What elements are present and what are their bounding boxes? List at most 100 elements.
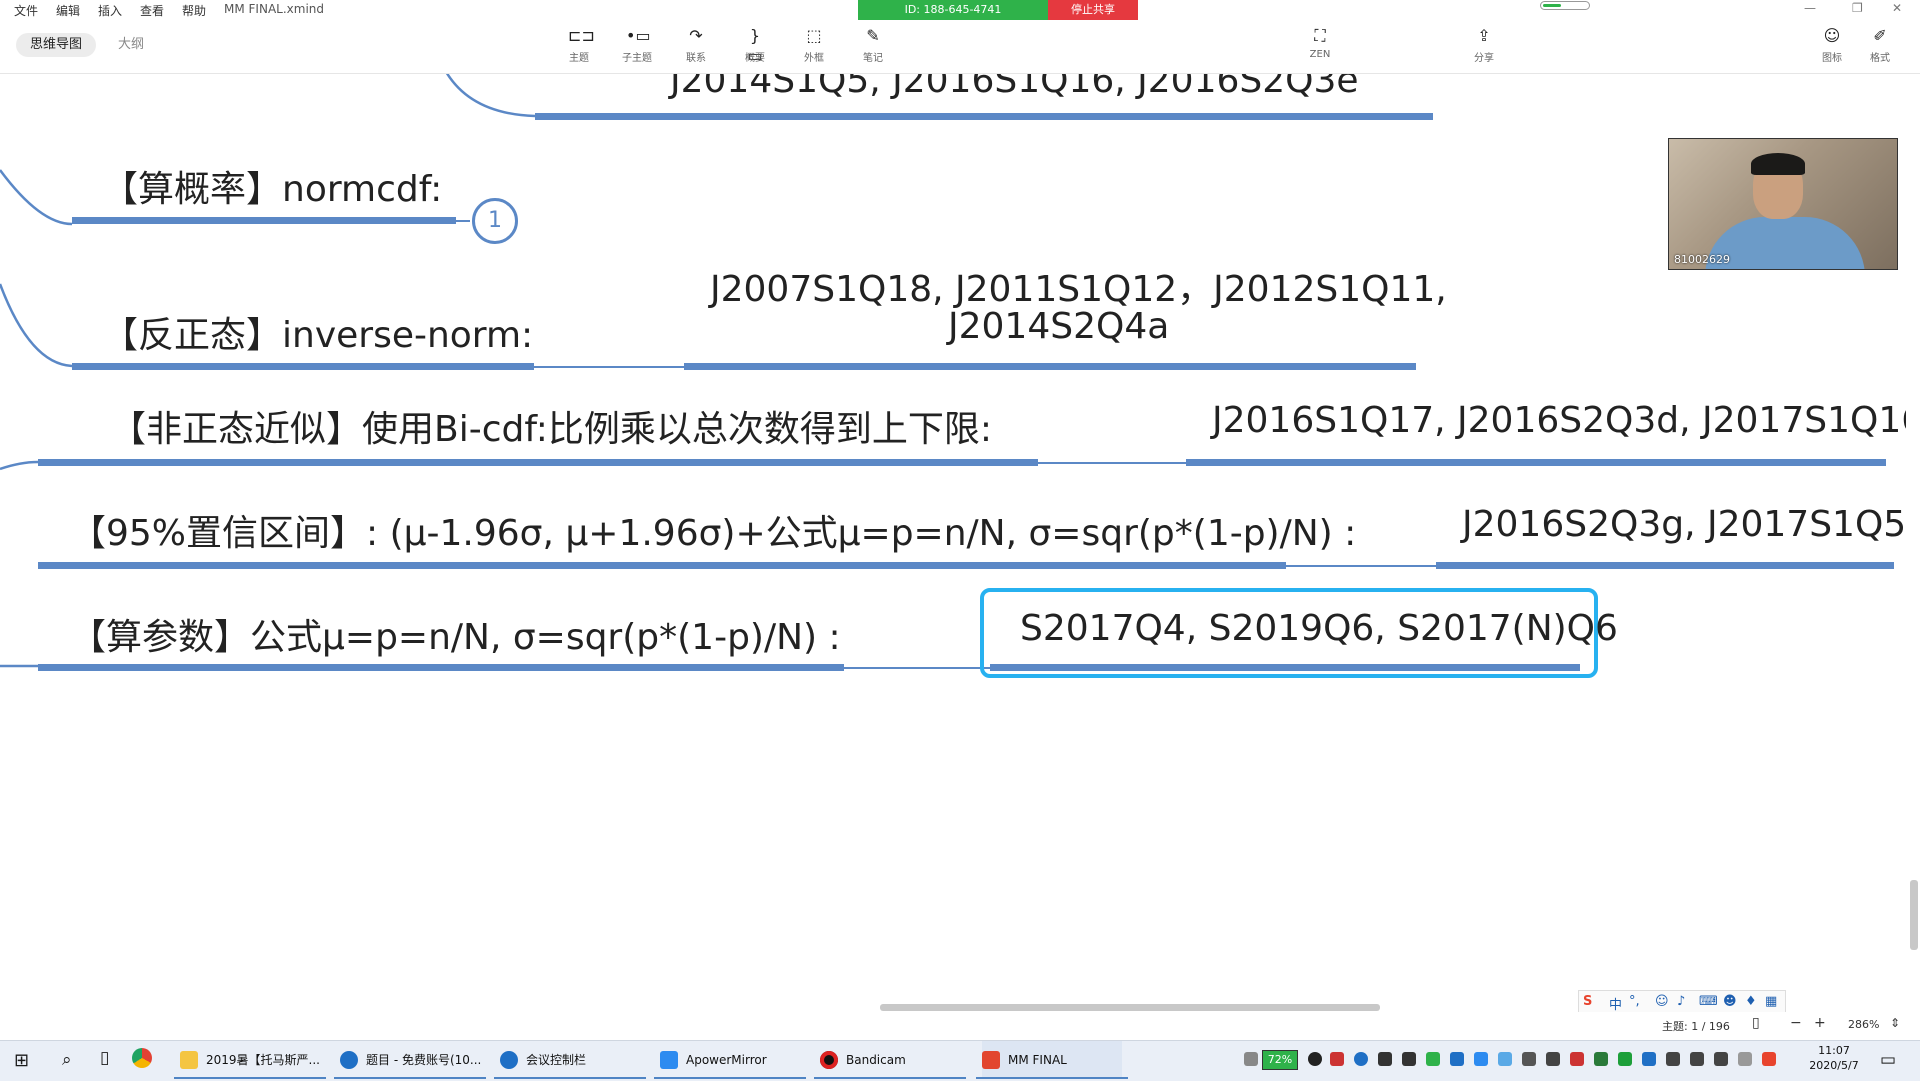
bluetooth-icon[interactable] [1642, 1052, 1656, 1066]
refs-node-parameters[interactable]: S2017Q4, S2019Q6, S2017(N)Q6 [1020, 608, 1618, 649]
taskbar-label: MM FINAL [1008, 1053, 1067, 1067]
close-button[interactable]: ✕ [1892, 1, 1902, 15]
tray-app-icon[interactable] [1450, 1052, 1464, 1066]
collapse-toggle[interactable]: 1 [472, 198, 518, 244]
connector [1286, 565, 1436, 567]
power-plug-icon[interactable] [1244, 1052, 1258, 1066]
taskbar-item-browser[interactable]: 题目 - 免费账号(10... [334, 1041, 486, 1079]
cloud-tray-icon[interactable] [1546, 1052, 1560, 1066]
restore-button[interactable]: ❐ [1852, 1, 1863, 15]
summary-icon: }▭ [747, 26, 763, 65]
ime-tray-icon[interactable] [1738, 1052, 1752, 1066]
relationship-button[interactable]: ↷ 联系 [672, 24, 720, 64]
task-view-icon[interactable]: ▯ [100, 1048, 109, 1068]
topic-node-normcdf[interactable]: 【算概率】normcdf: [102, 160, 442, 212]
subtopic-button[interactable]: •▭ 子主题 [613, 24, 661, 64]
taskbar-item-apowermirror[interactable]: ApowerMirror [654, 1041, 806, 1079]
app-tray-icon[interactable] [1330, 1052, 1344, 1066]
smiley-icon: ☺ [1823, 26, 1841, 45]
record-tray-icon[interactable] [1308, 1052, 1322, 1066]
microphone-tray-icon[interactable] [1522, 1052, 1536, 1066]
refs-node-normal-approx[interactable]: J2016S1Q17, J2016S2Q3d, J2017S1Q16 [1212, 400, 1906, 441]
menu-insert[interactable]: 插入 [98, 2, 122, 19]
topic-node-partial[interactable]: J2014S1Q5, J2016S1Q16, J2016S2Q3e [670, 74, 1359, 101]
tab-outline[interactable]: 大纲 [104, 33, 158, 57]
shield-tray-icon[interactable] [1570, 1052, 1584, 1066]
user-icon[interactable]: ☻ [1723, 994, 1737, 1009]
taskbar-item-meeting-controls[interactable]: 会议控制栏 [494, 1041, 646, 1079]
clock[interactable]: 11:07 2020/5/7 [1808, 1044, 1860, 1072]
tray-app-icon[interactable] [1498, 1052, 1512, 1066]
tab-mindmap[interactable]: 思维导图 [16, 33, 97, 57]
topic-underline [38, 562, 1286, 569]
refs-node-confidence-interval[interactable]: J2016S2Q3g, J2017S1Q5 [1462, 504, 1906, 545]
menu-edit[interactable]: 编辑 [56, 2, 80, 19]
browser-icon [340, 1051, 358, 1069]
apowermirror-tray-icon[interactable] [1474, 1052, 1488, 1066]
topic-node-confidence-interval[interactable]: 【95%置信区间】: (μ-1.96σ, μ+1.96σ)+公式μ=p=n/N,… [70, 504, 1356, 556]
qq-icon[interactable] [1378, 1052, 1392, 1066]
format-panel-button[interactable]: ✐ 格式 [1856, 24, 1904, 64]
horizontal-scrollbar[interactable] [880, 1004, 1380, 1011]
zoom-stepper-icon[interactable]: ⇕ [1890, 1016, 1900, 1030]
battery-tray-icon[interactable] [1666, 1052, 1680, 1066]
summary-button[interactable]: }▭ 概要 [731, 24, 779, 65]
boundary-icon: ⬚ [806, 26, 822, 45]
zoom-out-button[interactable]: − [1790, 1015, 1802, 1031]
vertical-scrollbar[interactable] [1910, 880, 1918, 950]
search-icon[interactable]: ⌕ [62, 1050, 72, 1070]
menu-view[interactable]: 查看 [140, 2, 164, 19]
topic-node-parameters[interactable]: 【算参数】公式μ=p=n/N, σ=sqr(p*(1-p)/N) : [70, 608, 841, 660]
boundary-button[interactable]: ⬚ 外框 [790, 24, 838, 64]
webcam-video[interactable]: 81002629 [1668, 138, 1898, 270]
microphone-icon[interactable]: ♪ [1677, 994, 1685, 1009]
skin-icon[interactable]: ♦ [1745, 994, 1757, 1009]
sogou-tray-icon[interactable] [1762, 1052, 1776, 1066]
note-button[interactable]: ✎ 笔记 [849, 24, 897, 64]
windows-start-icon[interactable]: ⊞ [14, 1050, 29, 1071]
menu-file[interactable]: 文件 [14, 2, 38, 19]
battery-indicator[interactable]: 72% [1262, 1050, 1298, 1070]
refs-node-inverse-norm-line1[interactable]: J2007S1Q18, J2011S1Q12，J2012S1Q11, [710, 260, 1447, 312]
topic-node-normal-approx[interactable]: 【非正态近似】使用Bi-cdf:比例乘以总次数得到上下限: [110, 400, 992, 452]
refs-node-inverse-norm-line2[interactable]: J2014S2Q4a [948, 306, 1169, 347]
taskbar-item-bandicam[interactable]: Bandicam [814, 1041, 966, 1079]
network-tray-icon[interactable] [1354, 1052, 1368, 1066]
book-icon[interactable]: ▯ [1752, 1015, 1760, 1031]
taskbar-item-xmind[interactable]: MM FINAL [976, 1041, 1128, 1079]
zen-button[interactable]: ⛶ ZEN [1296, 24, 1344, 60]
zoom-in-button[interactable]: + [1814, 1015, 1826, 1031]
wifi-icon[interactable] [1690, 1052, 1704, 1066]
topic-button[interactable]: ⊏⊐ 主题 [555, 24, 603, 64]
chrome-icon[interactable] [132, 1048, 152, 1068]
active-indicator [976, 1077, 1128, 1079]
folder-icon [180, 1051, 198, 1069]
ime-punct-label[interactable]: °, [1629, 994, 1640, 1009]
nvidia-icon[interactable] [1618, 1052, 1632, 1066]
minimize-button[interactable]: — [1804, 1, 1816, 15]
participant-id: 81002629 [1674, 253, 1730, 266]
mindmap-canvas[interactable]: J2014S1Q5, J2016S1Q16, J2016S2Q3e 【算概率】n… [0, 74, 1906, 1006]
taskbar-label: Bandicam [846, 1053, 906, 1067]
ime-mode-label[interactable]: 中 [1609, 994, 1622, 1013]
refs-underline [1436, 562, 1894, 569]
zoom-level[interactable]: 286% [1848, 1018, 1879, 1031]
emoji-icon[interactable]: ☺ [1655, 994, 1669, 1009]
taskbar-item-folder[interactable]: 2019暑【托马斯严... [174, 1041, 326, 1079]
volume-icon[interactable] [1714, 1052, 1728, 1066]
format-panel-label: 格式 [1870, 53, 1890, 64]
topic-underline [38, 664, 844, 671]
notification-icon[interactable]: ▭ [1880, 1050, 1896, 1070]
icon-panel-button[interactable]: ☺ 图标 [1808, 24, 1856, 64]
tray-app-icon[interactable] [1426, 1052, 1440, 1066]
qq-icon-2[interactable] [1402, 1052, 1416, 1066]
fullscreen-icon: ⛶ [1314, 26, 1326, 45]
grid-icon[interactable]: ▦ [1765, 994, 1777, 1009]
security-tray-icon[interactable] [1594, 1052, 1608, 1066]
stop-share-button[interactable]: 停止共享 [1048, 0, 1138, 20]
share-button[interactable]: ⇪ 分享 [1460, 24, 1508, 64]
topic-underline [38, 459, 1038, 466]
keyboard-icon[interactable]: ⌨ [1699, 994, 1718, 1009]
topic-node-inverse-norm[interactable]: 【反正态】inverse-norm: [102, 306, 533, 358]
menu-help[interactable]: 帮助 [182, 2, 206, 19]
